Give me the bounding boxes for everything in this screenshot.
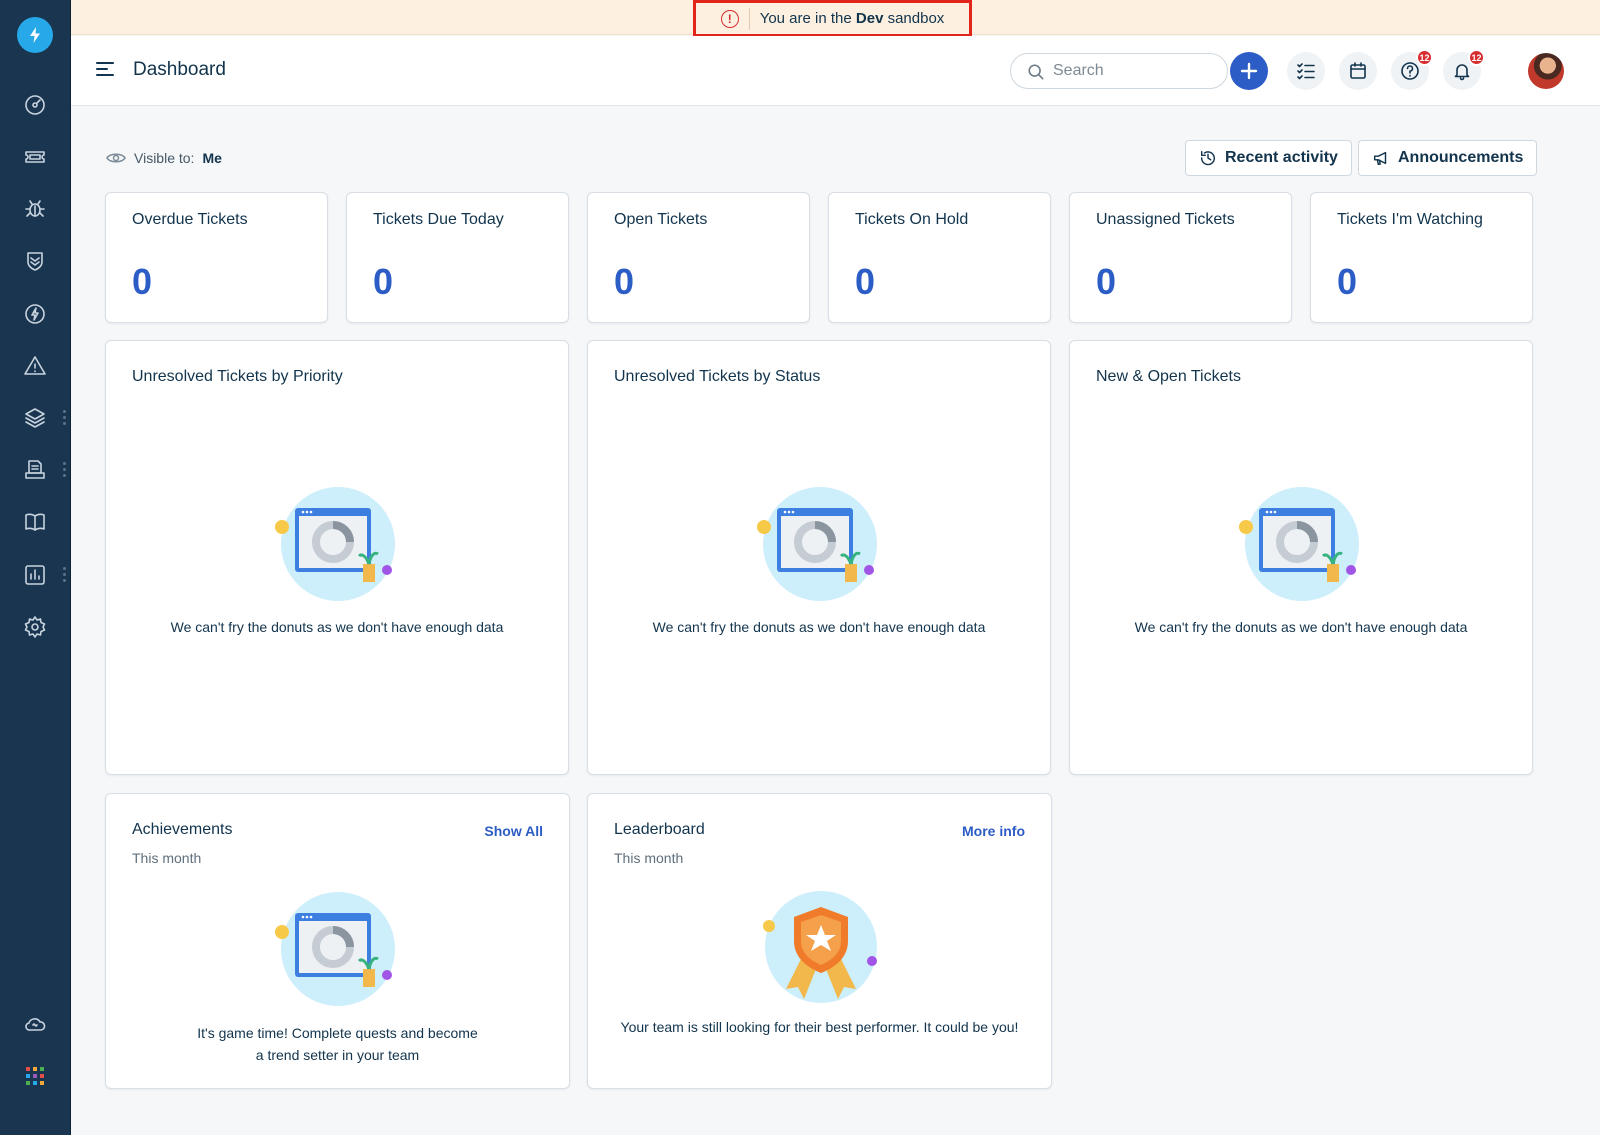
calendar-icon — [1350, 62, 1366, 79]
plus-icon — [1240, 62, 1258, 80]
search-box[interactable] — [1010, 53, 1228, 89]
widget-leaderboard: Leaderboard More info This month Your te… — [587, 793, 1052, 1089]
widget-subtitle: This month — [132, 850, 202, 866]
widget-subtitle: This month — [614, 850, 684, 866]
contracts-icon[interactable] — [17, 452, 53, 488]
tickets-icon[interactable] — [17, 139, 53, 175]
stat-card-open[interactable]: Open Tickets 0 — [587, 192, 810, 323]
todo-list-button[interactable] — [1287, 52, 1325, 90]
empty-state-illustration — [755, 484, 885, 608]
sandbox-notice: ! You are in the Dev sandbox — [693, 0, 972, 37]
notifications-badge: 12 — [1468, 49, 1485, 66]
stat-label: Overdue Tickets — [132, 211, 248, 228]
empty-state-text: We can't fry the donuts as we don't have… — [1134, 619, 1468, 635]
problems-icon[interactable] — [17, 191, 53, 227]
show-all-link[interactable]: Show All — [484, 823, 543, 839]
more-info-link[interactable]: More info — [962, 823, 1025, 839]
reports-icon[interactable] — [17, 557, 53, 593]
main-area: ! You are in the Dev sandbox Dashboard 1… — [71, 0, 1600, 1135]
visibility-label: Visible to: — [134, 150, 195, 166]
megaphone-icon — [1373, 151, 1387, 166]
search-icon — [1028, 64, 1044, 80]
announcements-label: Announcements — [1398, 149, 1524, 166]
sandbox-text: You are in the Dev sandbox — [759, 10, 945, 27]
stat-card-watching[interactable]: Tickets I'm Watching 0 — [1310, 192, 1533, 323]
empty-state-illustration — [273, 889, 403, 1013]
hamburger-menu-icon[interactable] — [96, 62, 114, 76]
stat-value[interactable]: 0 — [1096, 261, 1116, 303]
empty-state-illustration — [273, 484, 403, 608]
releases-icon[interactable] — [17, 296, 53, 332]
sandbox-banner: ! You are in the Dev sandbox — [71, 0, 1600, 37]
checklist-icon — [1297, 63, 1315, 80]
stat-card-on-hold[interactable]: Tickets On Hold 0 — [828, 192, 1051, 323]
add-new-button[interactable] — [1230, 52, 1268, 90]
page-title: Dashboard — [133, 59, 226, 80]
assets-icon[interactable] — [17, 400, 53, 436]
admin-icon[interactable] — [17, 609, 53, 645]
stat-value[interactable]: 0 — [373, 261, 393, 303]
eye-icon — [106, 153, 126, 163]
empty-state-illustration — [1237, 484, 1367, 608]
widget-title: Unresolved Tickets by Priority — [132, 368, 343, 385]
visibility-selector[interactable]: Visible to: Me — [106, 150, 222, 166]
dashboard-icon[interactable] — [17, 87, 53, 123]
empty-state-text: We can't fry the donuts as we don't have… — [170, 619, 504, 635]
warning-icon: ! — [720, 9, 739, 28]
stat-card-overdue[interactable]: Overdue Tickets 0 — [105, 192, 328, 323]
notifications-button[interactable]: 12 — [1443, 49, 1485, 90]
widget-achievements: Achievements Show All This month It's ga… — [105, 793, 570, 1089]
stat-value[interactable]: 0 — [614, 261, 634, 303]
award-badge-illustration — [756, 889, 886, 1013]
stat-card-due-today[interactable]: Tickets Due Today 0 — [346, 192, 569, 323]
alerts-icon[interactable] — [17, 348, 53, 384]
calendar-button[interactable] — [1339, 52, 1377, 90]
history-icon — [1200, 150, 1216, 166]
stat-value[interactable]: 0 — [132, 261, 152, 303]
solutions-icon[interactable] — [17, 504, 53, 540]
widget-title: Achievements — [132, 821, 233, 838]
empty-state-text-line2: a trend setter in your team — [255, 1047, 420, 1063]
widget-title: New & Open Tickets — [1096, 368, 1241, 385]
stat-card-unassigned[interactable]: Unassigned Tickets 0 — [1069, 192, 1292, 323]
stat-label: Open Tickets — [614, 211, 708, 228]
stat-label: Tickets On Hold — [855, 211, 969, 228]
widget-priority: Unresolved Tickets by Priority We can't … — [105, 340, 569, 775]
help-badge: 12 — [1416, 49, 1433, 66]
visibility-value: Me — [202, 150, 222, 166]
drag-handle-icon[interactable] — [63, 567, 66, 582]
changes-icon[interactable] — [17, 243, 53, 279]
widget-title: Leaderboard — [614, 821, 705, 838]
stat-label: Tickets Due Today — [373, 211, 504, 228]
phone-cloud-icon[interactable] — [17, 1006, 53, 1042]
empty-state-text: We can't fry the donuts as we don't have… — [652, 619, 986, 635]
announcements-button[interactable]: Announcements — [1358, 140, 1538, 176]
apps-grid-icon[interactable] — [17, 1058, 53, 1094]
stat-value[interactable]: 0 — [1337, 261, 1357, 303]
help-icon — [1401, 62, 1419, 80]
stat-label: Unassigned Tickets — [1096, 211, 1235, 228]
drag-handle-icon[interactable] — [63, 410, 66, 425]
top-header: Dashboard 12 12 — [71, 36, 1600, 106]
divider — [748, 7, 750, 30]
help-button[interactable]: 12 — [1391, 49, 1433, 90]
recent-activity-label: Recent activity — [1225, 149, 1338, 166]
widget-title: Unresolved Tickets by Status — [614, 368, 821, 385]
search-input[interactable] — [1053, 61, 1213, 81]
user-avatar[interactable] — [1528, 53, 1564, 89]
stat-label: Tickets I'm Watching — [1337, 211, 1483, 228]
recent-activity-button[interactable]: Recent activity — [1185, 140, 1352, 176]
widget-status: Unresolved Tickets by Status We can't fr… — [587, 340, 1051, 775]
empty-state-text: Your team is still looking for their bes… — [620, 1019, 1019, 1035]
drag-handle-icon[interactable] — [63, 462, 66, 477]
sidebar — [0, 0, 71, 1135]
dashboard-content: Visible to: Me Recent activity Announcem… — [71, 106, 1600, 1135]
bell-icon — [1454, 64, 1470, 81]
empty-state-text-line1: It's game time! Complete quests and beco… — [197, 1025, 478, 1041]
widget-new-open: New & Open Tickets We can't fry the donu… — [1069, 340, 1533, 775]
freshservice-logo-icon[interactable] — [17, 17, 53, 53]
stat-value[interactable]: 0 — [855, 261, 875, 303]
